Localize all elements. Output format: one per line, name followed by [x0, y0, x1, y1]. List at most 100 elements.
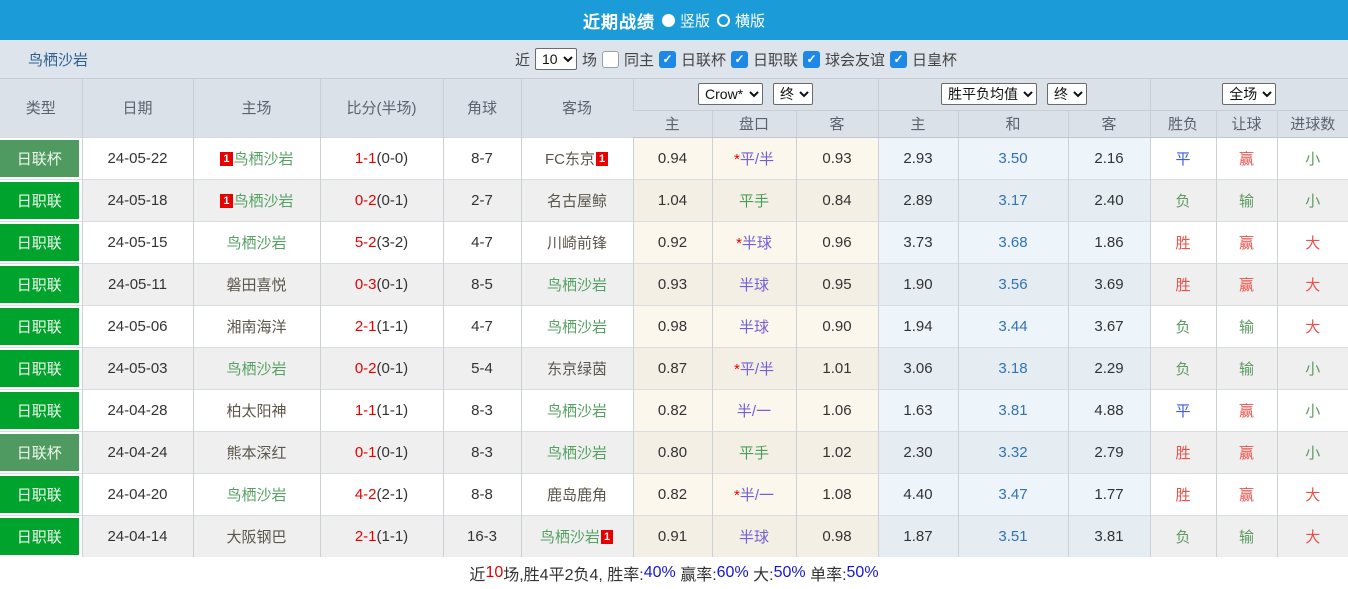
- away-odds: 0.95: [795, 262, 879, 305]
- avg-away-odds: 3.81: [1067, 514, 1151, 557]
- result-cell: 胜: [1149, 220, 1217, 263]
- league-type-cell: 日职联: [0, 514, 82, 557]
- match-count-select[interactable]: 10: [534, 48, 577, 70]
- results-tbody: 日联杯 24-05-22 1 鸟栖沙岩 1-1(0-0) 8-7 FC东京 1 0.94 *平/半…: [0, 136, 1348, 557]
- avg-away-odds: 3.67: [1067, 304, 1151, 347]
- avg-home-odds: 3.73: [877, 220, 959, 263]
- subheader-odds-away: 客: [795, 109, 879, 138]
- red-card-badge: 1: [600, 529, 614, 544]
- same-home-checkbox[interactable]: [601, 50, 619, 68]
- summary-segment: 赢率:: [675, 566, 717, 584]
- match-date: 24-04-28: [81, 388, 193, 431]
- away-team-cell: 鸟栖沙岩: [520, 304, 633, 347]
- team-name: 东京绿茵: [546, 360, 607, 378]
- team-name: 鸟栖沙岩: [233, 150, 294, 168]
- avg-type-select[interactable]: 胜平负均值: [941, 83, 1038, 106]
- fulltime-select[interactable]: 全场: [1222, 83, 1277, 106]
- goals-cell: 大: [1276, 220, 1348, 263]
- team-name: 鸟栖沙岩: [546, 444, 607, 462]
- j-league-checkbox[interactable]: ✓: [731, 50, 748, 68]
- subheader-handicap-result: 让球: [1215, 109, 1278, 138]
- avg-away-odds: 2.40: [1067, 178, 1151, 221]
- team-name: 鸟栖沙岩: [546, 402, 607, 420]
- layout-option-horizontal[interactable]: 横版: [717, 10, 765, 31]
- score-cell: 5-2(3-2): [319, 220, 443, 263]
- subheader-avg-home: 主: [877, 109, 959, 138]
- handicap-result-cell: 输: [1215, 178, 1278, 221]
- corners-cell: 8-7: [442, 136, 521, 179]
- league-type-cell: 日职联: [0, 388, 82, 431]
- avg-home-odds: 1.94: [877, 304, 959, 347]
- emperors-cup-checkbox[interactable]: ✓: [890, 50, 908, 68]
- away-odds: 0.98: [795, 514, 879, 557]
- team-name: 大阪钢巴: [226, 528, 287, 546]
- league-type-cell: 日职联: [0, 472, 82, 515]
- league-type-cell: 日职联: [0, 262, 82, 305]
- home-odds: 0.92: [632, 220, 712, 263]
- team-name: 鸟栖沙岩: [226, 360, 287, 378]
- result-cell: 负: [1149, 514, 1217, 557]
- handicap-line: 平手: [711, 178, 796, 221]
- same-home-label: 同主: [623, 51, 654, 69]
- league-cup-checkbox[interactable]: ✓: [658, 50, 676, 68]
- result-cell: 平: [1149, 388, 1217, 431]
- avg-draw-odds: 3.44: [957, 304, 1069, 347]
- avg-away-odds: 1.77: [1067, 472, 1151, 515]
- away-odds: 1.08: [795, 472, 879, 515]
- avg-draw-odds: 3.32: [957, 430, 1069, 473]
- score-cell: 0-2(0-1): [319, 346, 443, 389]
- home-odds: 0.98: [632, 304, 712, 347]
- odds-final-select[interactable]: 终: [773, 83, 814, 106]
- goals-cell: 大: [1276, 514, 1348, 557]
- home-team-cell: 鸟栖沙岩: [192, 472, 320, 515]
- odds-company-select[interactable]: Crow*: [698, 83, 764, 106]
- away-odds: 1.06: [795, 388, 879, 431]
- fulltime-group-header: 全场: [1149, 79, 1348, 110]
- league-cup-label: 日联杯: [680, 51, 726, 69]
- team-name: 川崎前锋: [546, 234, 607, 252]
- away-team-cell: 鹿岛鹿角: [520, 472, 633, 515]
- avg-final-select[interactable]: 终: [1047, 83, 1088, 106]
- goals-cell: 小: [1276, 430, 1348, 473]
- avg-home-odds: 2.30: [877, 430, 959, 473]
- avg-away-odds: 2.29: [1067, 346, 1151, 389]
- handicap-result-cell: 赢: [1215, 430, 1278, 473]
- score-cell: 0-1(0-1): [319, 430, 443, 473]
- avg-home-odds: 1.87: [877, 514, 959, 557]
- layout-option-vertical[interactable]: 竖版: [661, 10, 710, 31]
- handicap-result-cell: 赢: [1215, 388, 1278, 431]
- avg-group-header: 胜平负均值 终: [877, 79, 1151, 110]
- handicap-line: *半/一: [711, 472, 796, 515]
- home-odds: 0.82: [632, 472, 712, 515]
- club-friendly-checkbox[interactable]: ✓: [803, 50, 821, 68]
- avg-away-odds: 2.79: [1067, 430, 1151, 473]
- avg-home-odds: 1.63: [877, 388, 959, 431]
- league-type-cell: 日职联: [0, 304, 82, 347]
- corners-cell: 5-4: [442, 346, 521, 389]
- team-name: 鸟栖沙岩: [226, 486, 287, 504]
- title-bar: 近期战绩 竖版 横版: [0, 0, 1348, 40]
- match-row: 日职联 24-04-20 鸟栖沙岩 4-2(2-1) 8-8 鹿岛鹿角 0.82 *半/一 1.…: [0, 472, 1348, 515]
- avg-away-odds: 4.88: [1067, 388, 1151, 431]
- subheader-handicap: 盘口: [711, 109, 796, 138]
- away-odds: 1.02: [795, 430, 879, 473]
- games-label: 场: [581, 51, 597, 69]
- team-name: 柏太阳神: [226, 402, 287, 420]
- away-odds: 0.84: [795, 178, 879, 221]
- handicap-line: 半球: [711, 514, 796, 557]
- result-cell: 平: [1149, 136, 1217, 179]
- avg-home-odds: 2.89: [877, 178, 959, 221]
- league-type-cell: 日职联: [0, 178, 82, 221]
- corners-cell: 8-3: [442, 430, 521, 473]
- result-cell: 负: [1149, 346, 1217, 389]
- team-name: FC东京: [544, 150, 595, 168]
- avg-draw-odds: 3.56: [957, 262, 1069, 305]
- match-row: 日职联 24-05-18 1 鸟栖沙岩 0-2(0-1) 2-7 名古屋鲸 1.04 平手 0.8…: [0, 178, 1348, 221]
- goals-cell: 小: [1276, 178, 1348, 221]
- results-table: 类型 日期 主场 比分(半场) 角球 客场 Crow* 终 胜平负均值 终 全场: [0, 79, 1348, 557]
- layout-option-horizontal-label: 横版: [735, 12, 766, 30]
- match-date: 24-05-15: [81, 220, 193, 263]
- summary-segment: 大:: [748, 566, 774, 584]
- col-header-away: 客场: [520, 79, 633, 137]
- goals-cell: 大: [1276, 262, 1348, 305]
